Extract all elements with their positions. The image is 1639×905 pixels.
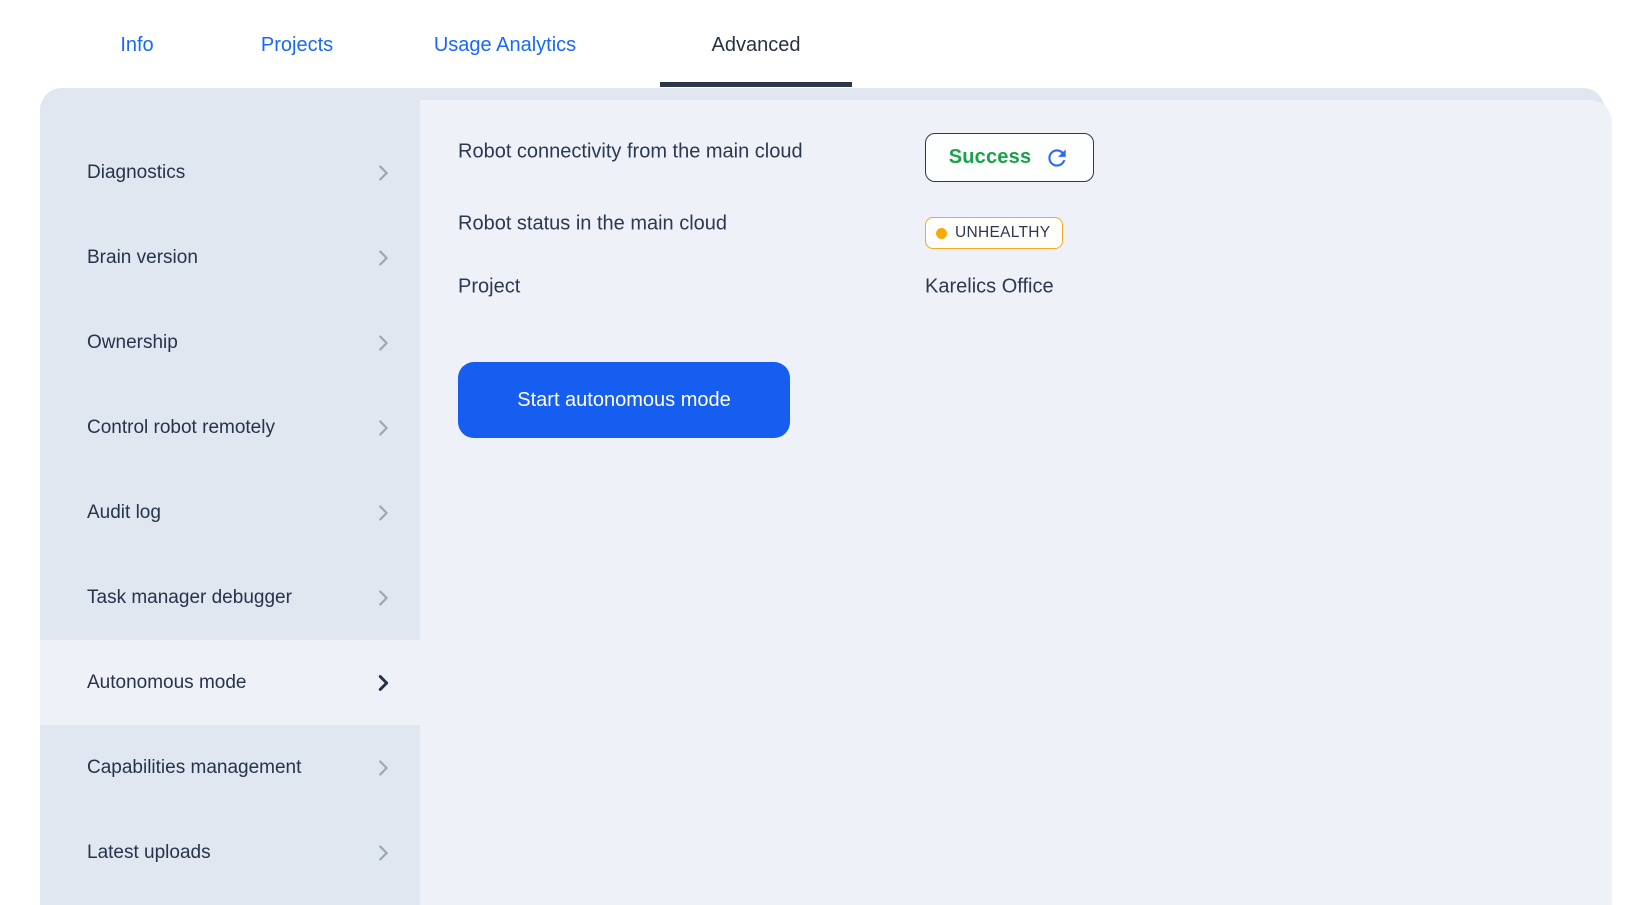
sidebar-item-diagnostics[interactable]: Diagnostics [40,130,420,215]
chevron-right-icon [372,672,394,694]
sidebar-item-task-manager-debugger[interactable]: Task manager debugger [40,555,420,640]
health-status-badge: UNHEALTHY [925,217,1064,249]
project-value: Karelics Office [925,275,1054,298]
autonomous-mode-content: Robot connectivity from the main cloud S… [420,100,1612,905]
chevron-right-icon [372,247,394,269]
sidebar-item-autonomous-mode[interactable]: Autonomous mode [40,640,420,725]
sidebar-item-label: Task manager debugger [87,586,292,608]
sidebar-item-label: Control robot remotely [87,416,275,438]
tab-advanced[interactable]: Advanced [712,30,801,60]
chevron-right-icon [372,587,394,609]
sidebar-item-label: Autonomous mode [87,671,247,693]
refresh-icon [1048,148,1066,167]
sidebar-item-ownership[interactable]: Ownership [40,300,420,385]
tab-projects[interactable]: Projects [261,30,333,60]
connectivity-status-refresh-button[interactable]: Success [925,133,1094,182]
project-label: Project [458,275,521,298]
tab-bar: Info Projects Usage Analytics Advanced [0,0,1639,88]
sidebar-item-label: Brain version [87,246,198,268]
sidebar-item-brain-version[interactable]: Brain version [40,215,420,300]
sidebar-item-capabilities-management[interactable]: Capabilities management [40,725,420,810]
start-autonomous-mode-label: Start autonomous mode [517,388,731,411]
start-autonomous-mode-button[interactable]: Start autonomous mode [458,362,790,438]
connectivity-status-value: Success [948,146,1032,168]
chevron-right-icon [372,417,394,439]
sidebar-item-control-robot-remotely[interactable]: Control robot remotely [40,385,420,470]
connectivity-label: Robot connectivity from the main cloud [458,140,803,163]
chevron-right-icon [372,757,394,779]
status-dot-icon [936,227,947,239]
chevron-right-icon [372,842,394,864]
tab-info[interactable]: Info [120,30,153,60]
sidebar-item-label: Audit log [87,501,161,523]
sidebar-item-latest-uploads[interactable]: Latest uploads [40,810,420,895]
sidebar-item-audit-log[interactable]: Audit log [40,470,420,555]
sidebar-item-label: Diagnostics [87,161,186,183]
chevron-right-icon [372,502,394,524]
robot-status-label: Robot status in the main cloud [458,212,728,235]
chevron-right-icon [372,332,394,354]
sidebar-item-label: Ownership [87,331,178,353]
health-status-value: UNHEALTHY [955,224,1051,241]
chevron-right-icon [372,162,394,184]
active-tab-indicator [660,82,852,87]
tab-usage-analytics[interactable]: Usage Analytics [434,30,576,60]
sidebar-item-label: Latest uploads [87,841,211,863]
sidebar-item-label: Capabilities management [87,756,302,778]
